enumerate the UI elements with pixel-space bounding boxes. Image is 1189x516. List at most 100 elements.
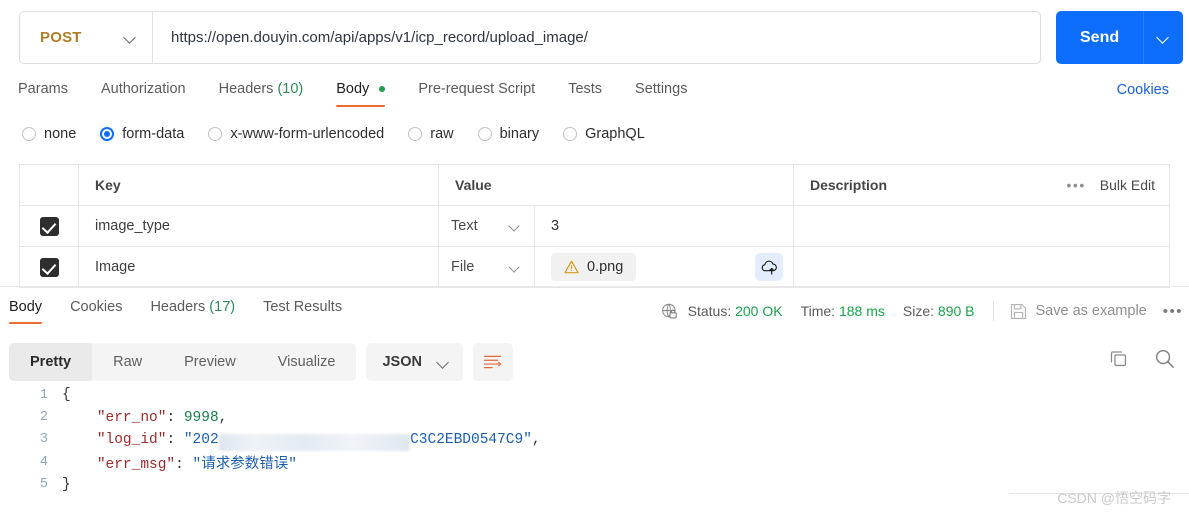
chevron-down-icon (1158, 32, 1169, 43)
radio-form-data[interactable]: form-data (100, 126, 184, 142)
code-line: 2 "err_no": 9998, (0, 406, 1189, 428)
row-checkbox[interactable] (39, 216, 59, 236)
file-name-text: 0.png (587, 259, 624, 275)
row-value-text[interactable]: 3 (535, 218, 559, 234)
response-body-code[interactable]: 1{2 "err_no": 9998, 3 "log_id": "202 C3C2… (0, 384, 1189, 500)
search-response-button[interactable] (1154, 348, 1175, 369)
tab-authorization[interactable]: Authorization (101, 76, 186, 107)
tab-settings[interactable]: Settings (635, 76, 687, 107)
line-number: 4 (39, 454, 48, 470)
row-key-cell[interactable]: image_type (79, 206, 439, 246)
radio-icon (408, 127, 423, 141)
radio-x-www-form-urlencoded[interactable]: x-www-form-urlencoded (208, 126, 384, 142)
more-options-icon[interactable]: ••• (1067, 178, 1086, 192)
chevron-down-icon (125, 32, 136, 43)
radio-binary[interactable]: binary (477, 126, 540, 142)
tab-headers[interactable]: Headers (10) (219, 76, 304, 107)
postman-window: POST Send Params Authorization Headers (… (0, 0, 1189, 516)
status-label: Status: (687, 303, 732, 319)
url-bar: POST (19, 11, 1041, 64)
send-button[interactable]: Send (1056, 11, 1144, 64)
send-options-button[interactable] (1143, 11, 1184, 64)
save-as-example-label: Save as example (1035, 303, 1147, 319)
row-type-dropdown[interactable]: Text (439, 206, 535, 246)
time-badge[interactable]: Time: 188 ms (801, 303, 885, 319)
header-key-cell: Key (79, 165, 439, 205)
request-tabs: Params Authorization Headers (10) Body P… (0, 76, 1189, 112)
globe-lock-icon (661, 303, 677, 318)
radio-label: binary (499, 126, 540, 142)
row-description-cell[interactable] (794, 247, 1169, 287)
response-tab-test-results[interactable]: Test Results (263, 296, 342, 324)
radio-icon (563, 127, 578, 141)
view-mode-preview[interactable]: Preview (163, 343, 257, 381)
tab-tests[interactable]: Tests (568, 76, 602, 107)
code-text: "err_no": 9998, (62, 409, 228, 426)
code-line: 1{ (0, 384, 1189, 406)
response-tabs: Body Cookies Headers (17) Test Results (0, 296, 640, 330)
size-badge[interactable]: Size: 890 B (903, 303, 975, 319)
tab-params[interactable]: Params (18, 76, 68, 107)
vertical-divider (992, 301, 994, 321)
header-check-cell (20, 165, 79, 205)
watermark: CSDN @悟空码字 (1057, 490, 1171, 506)
tab-label: Pre-request Script (418, 81, 536, 97)
row-key-text: Image (95, 259, 136, 275)
row-checkbox[interactable] (39, 257, 59, 277)
wrap-lines-button[interactable] (472, 343, 513, 381)
row-key-cell[interactable]: Image (79, 247, 439, 287)
radio-label: GraphQL (585, 126, 645, 142)
view-mode-raw[interactable]: Raw (92, 343, 164, 381)
radio-graphql[interactable]: GraphQL (563, 126, 645, 142)
tab-body[interactable]: Body (336, 76, 386, 107)
tab-label: Settings (635, 81, 688, 97)
status-badge[interactable]: Status: 200 OK (688, 303, 783, 319)
time-value: 188 ms (838, 303, 885, 319)
radio-label: raw (430, 126, 454, 142)
code-token: : (166, 409, 184, 426)
response-tab-headers[interactable]: Headers (17) (150, 296, 235, 324)
response-format-label: JSON (382, 354, 422, 370)
row-type-dropdown[interactable]: File (439, 247, 535, 287)
url-input[interactable] (153, 29, 1040, 46)
row-checkbox-cell (20, 206, 79, 246)
network-secure-icon[interactable] (661, 303, 678, 320)
radio-label: x-www-form-urlencoded (230, 126, 385, 142)
response-tools (1109, 348, 1175, 369)
body-type-radio-group: none form-data x-www-form-urlencoded raw… (22, 126, 669, 142)
view-mode-visualize[interactable]: Visualize (256, 343, 357, 381)
response-tab-body[interactable]: Body (9, 296, 43, 324)
code-line: 3 "log_id": "202 C3C2EBD0547C9", (0, 429, 1189, 451)
row-description-cell[interactable] (794, 206, 1169, 246)
file-chip[interactable]: 0.png (551, 253, 637, 281)
chevron-down-icon (510, 262, 520, 272)
code-token: { (62, 387, 71, 404)
radio-none[interactable]: none (22, 126, 76, 142)
response-more-options-icon[interactable]: ••• (1163, 304, 1183, 319)
bulk-edit-button[interactable]: Bulk Edit (1100, 177, 1155, 193)
tab-headers-count: (10) (277, 81, 304, 97)
search-icon (1155, 349, 1174, 368)
response-divider (0, 286, 1189, 287)
code-token: } (62, 476, 71, 493)
text-wrap-icon (484, 355, 502, 369)
save-as-example-button[interactable]: Save as example (1010, 303, 1147, 320)
send-group: Send (1056, 11, 1184, 64)
copy-response-button[interactable] (1109, 349, 1128, 368)
tab-label: Body (336, 81, 370, 97)
http-method-dropdown[interactable]: POST (20, 12, 153, 63)
radio-raw[interactable]: raw (408, 126, 454, 142)
response-format-dropdown[interactable]: JSON (366, 343, 463, 381)
code-text: { (62, 387, 71, 403)
tab-pre-request-script[interactable]: Pre-request Script (418, 76, 535, 107)
cookies-link[interactable]: Cookies (1117, 82, 1169, 98)
view-mode-pretty[interactable]: Pretty (9, 343, 93, 381)
column-header-value: Value (455, 177, 492, 193)
response-tab-cookies[interactable]: Cookies (70, 296, 122, 324)
response-headers-count: (17) (209, 299, 236, 315)
cloud-upload-icon (761, 260, 777, 275)
radio-icon (22, 127, 36, 141)
upload-file-button[interactable] (755, 253, 783, 281)
row-checkbox-cell (20, 247, 79, 287)
